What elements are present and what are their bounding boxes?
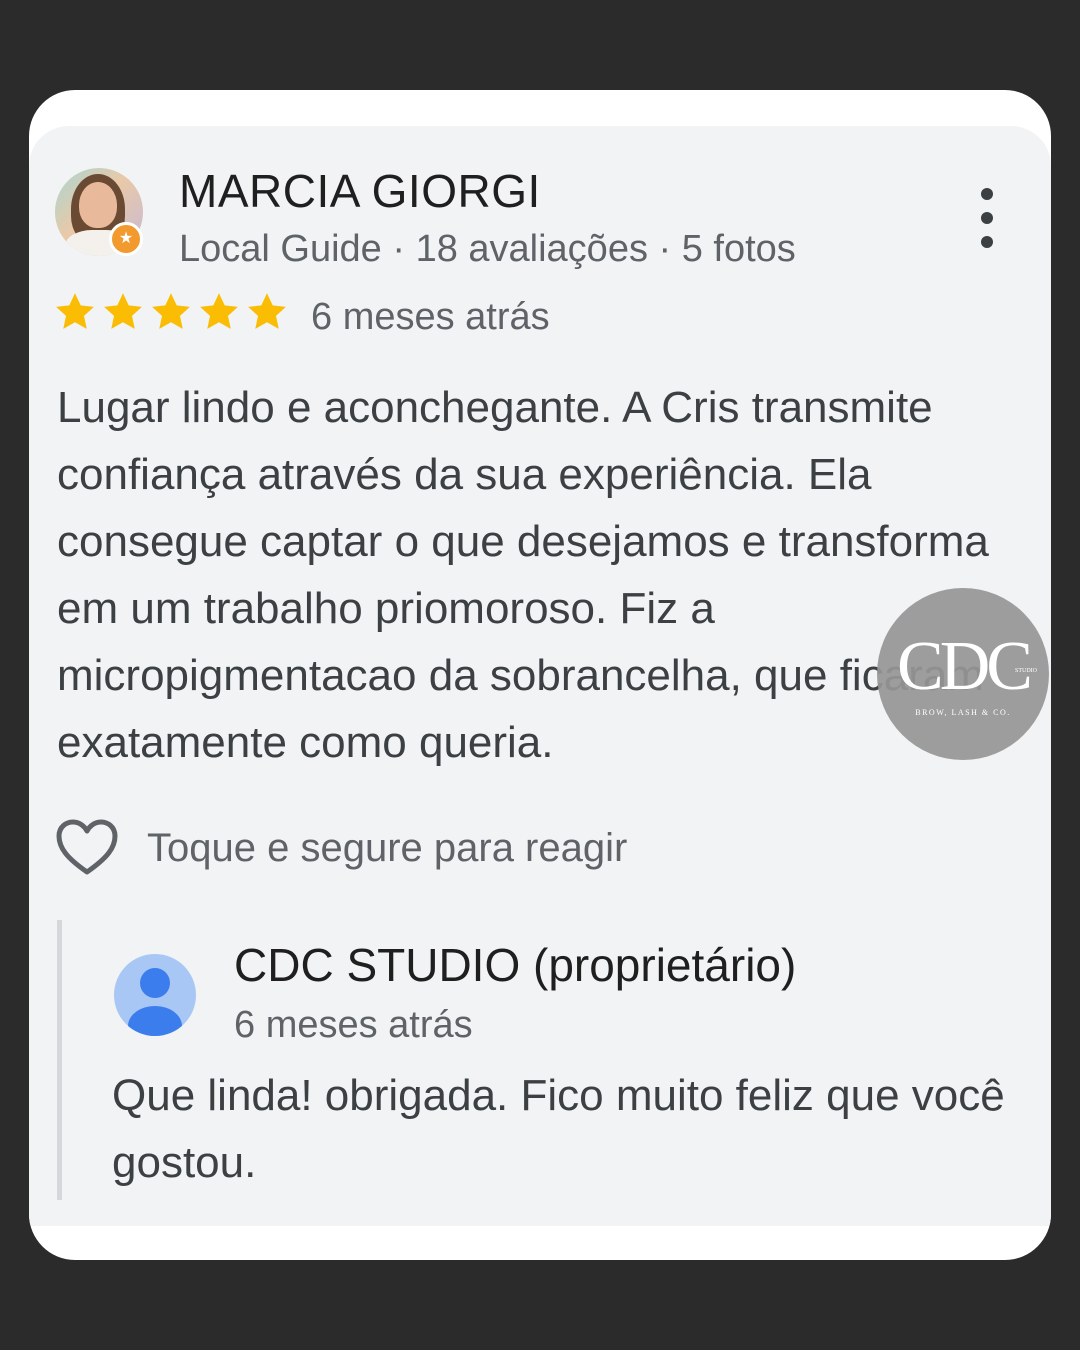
reviewer-name[interactable]: MARCIA GIORGI [179,164,541,218]
react-button[interactable]: Toque e segure para reagir [55,818,627,878]
watermark-main-text: CDC [897,628,1033,705]
brand-watermark-logo: CDC STUDIO BROW, LASH & CO. [877,588,1049,760]
owner-avatar [114,954,196,1036]
star-icon [104,293,142,329]
local-guide-badge-icon: ★ [109,222,143,256]
review-card: ★ MARCIA GIORGI Local Guide · 18 avaliaç… [29,126,1051,1226]
star-icon [152,293,190,329]
star-icon [248,293,286,329]
star-rating [53,290,289,334]
owner-reply: CDC STUDIO (proprietário) 6 meses atrás … [57,920,1022,1200]
watermark-studio-text: STUDIO [1015,668,1037,674]
more-vertical-icon [981,188,993,200]
review-time: 6 meses atrás [311,296,550,338]
star-icon [56,293,94,329]
owner-reply-time: 6 meses atrás [234,1004,473,1046]
owner-name: CDC STUDIO (proprietário) [234,939,797,991]
reviewer-meta: Local Guide · 18 avaliações · 5 fotos [179,228,796,270]
person-icon [140,968,170,998]
owner-reply-text: Que linda! obrigada. Fico muito feliz qu… [112,1071,1005,1187]
more-options-button[interactable] [969,188,1005,248]
star-icon [200,293,238,329]
react-label: Toque e segure para reagir [147,825,628,870]
review-card-frame: ★ MARCIA GIORGI Local Guide · 18 avaliaç… [29,90,1051,1260]
watermark-sub-text: BROW, LASH & CO. [915,708,1011,717]
heart-outline-icon [56,819,118,875]
